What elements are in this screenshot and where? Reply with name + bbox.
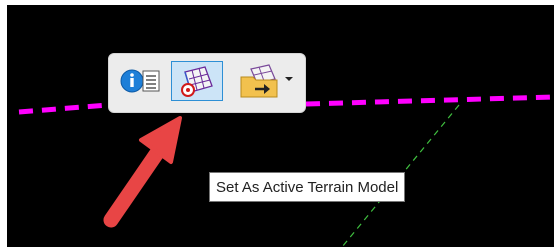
viewport-linework — [18, 94, 554, 247]
properties-button[interactable] — [115, 61, 167, 101]
annotation-arrow-icon — [103, 116, 182, 228]
set-active-terrain-button[interactable] — [171, 61, 223, 101]
chevron-down-icon[interactable] — [285, 77, 293, 81]
magenta-dashed-line-right — [305, 94, 554, 107]
terrain-open-button[interactable] — [227, 61, 299, 101]
drawing-viewport[interactable]: Set As Active Terrain Model — [7, 5, 554, 247]
tooltip: Set As Active Terrain Model — [209, 172, 406, 202]
terrain-model-target-icon — [181, 66, 213, 97]
magenta-dashed-line — [18, 102, 109, 115]
terrain-folder-arrow-icon — [240, 64, 278, 98]
context-toolbar — [108, 53, 306, 113]
tooltip-text: Set As Active Terrain Model — [216, 178, 399, 196]
info-list-icon — [120, 69, 160, 93]
